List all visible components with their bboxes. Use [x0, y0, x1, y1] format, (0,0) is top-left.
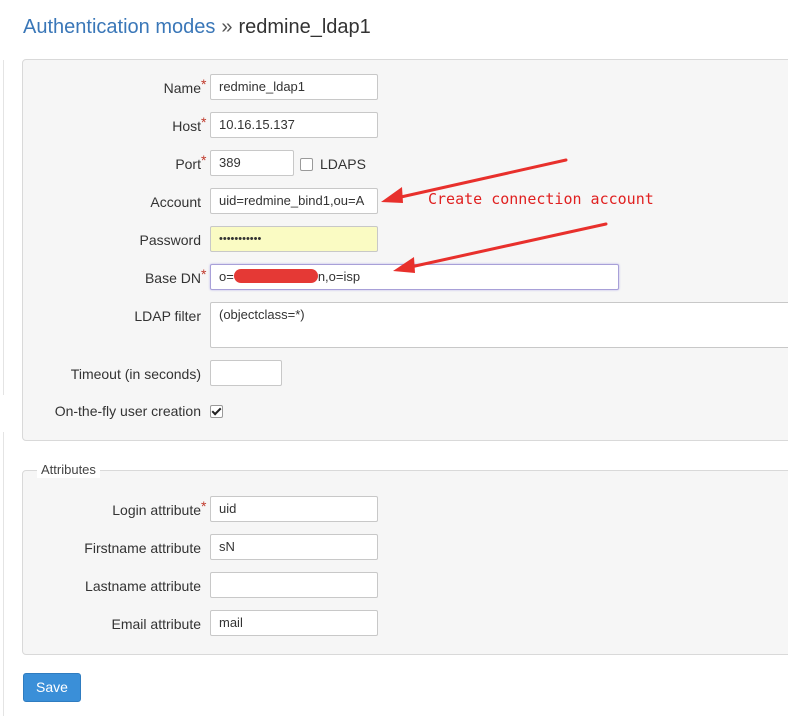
save-button[interactable]: Save [23, 673, 81, 702]
arrow-to-base-dn-field [393, 222, 608, 273]
annotation-text: Create connection account [428, 190, 654, 208]
annotation-arrows [381, 158, 608, 273]
